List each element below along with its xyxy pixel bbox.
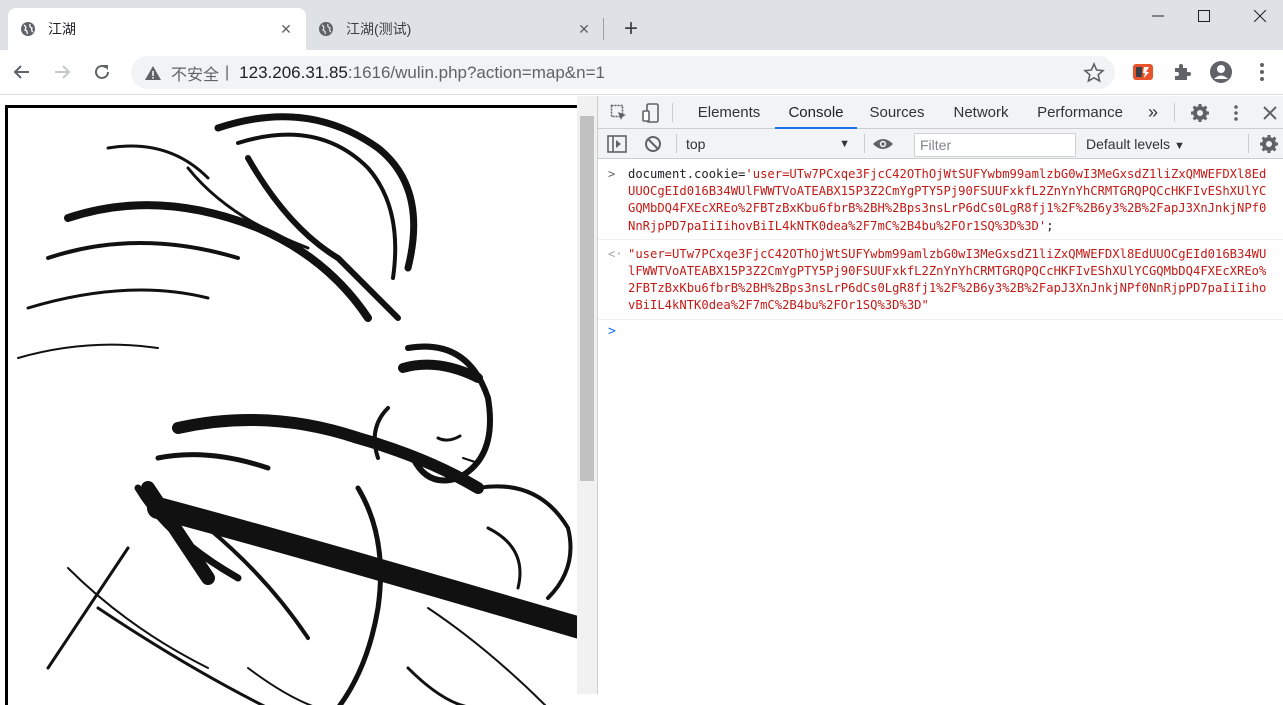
clear-console-button[interactable]	[642, 133, 664, 155]
swordsman-sketch-image	[17, 113, 577, 705]
dropdown-arrow-icon: ▼	[839, 138, 850, 150]
close-icon	[1254, 10, 1266, 22]
arrow-right-icon	[55, 65, 71, 79]
prompt-chevron-icon: >	[608, 323, 616, 339]
address-separator: |	[225, 63, 230, 81]
tab-title: 江湖(测试)	[346, 21, 412, 37]
bookmark-star-icon[interactable]	[1083, 62, 1105, 84]
log-levels-label: Default levels	[1086, 136, 1171, 152]
tab-performance[interactable]: Performance	[1030, 96, 1130, 129]
reload-icon	[95, 64, 109, 79]
avatar-icon	[1210, 61, 1232, 83]
maximize-icon	[1198, 10, 1210, 22]
close-tab-icon[interactable]: ✕	[276, 19, 296, 39]
security-label: 不安全	[171, 66, 220, 84]
eye-icon	[873, 139, 893, 149]
close-devtools-button[interactable]	[1259, 102, 1281, 124]
toolbar-divider	[672, 103, 673, 122]
close-window-button[interactable]	[1237, 0, 1283, 32]
profile-button[interactable]	[1209, 60, 1233, 84]
tab-elements[interactable]: Elements	[686, 96, 772, 129]
console-toolbar: top ▼ Filter Default levels ▼	[598, 129, 1283, 159]
kebab-menu-icon	[1260, 63, 1264, 81]
chevron-right-icon: >	[608, 167, 616, 181]
devtools-tabbar: Elements Console Sources Network Perform…	[598, 96, 1283, 129]
tab-console[interactable]: Console	[775, 96, 857, 129]
log-levels-dropdown[interactable]: Default levels ▼	[1086, 132, 1185, 156]
warning-icon[interactable]	[144, 64, 162, 82]
toolbar-divider	[1248, 134, 1249, 153]
gear-icon	[1260, 135, 1278, 153]
sidebar-toggle-icon	[607, 135, 627, 153]
result-string: "user=UTw7PCxqe3FjcC42OThOjWtSUFYwbm99am…	[628, 246, 1267, 313]
tab-network[interactable]: Network	[942, 96, 1020, 129]
devtools-panel: Elements Console Sources Network Perform…	[597, 96, 1283, 694]
command-suffix: ;	[1046, 218, 1054, 233]
ink-sketch-artwork	[5, 105, 577, 705]
page-viewport	[0, 96, 597, 705]
browser-toolbar: 不安全 | 123.206.31.85:1616/wulin.php?actio…	[0, 50, 1283, 95]
devtools-menu-button[interactable]	[1225, 102, 1247, 124]
more-tabs-button[interactable]: »	[1142, 96, 1164, 129]
tab-inactive[interactable]: 江湖(测试) ✕	[306, 8, 604, 50]
show-sidebar-button[interactable]	[606, 133, 628, 155]
inspect-cursor-icon	[610, 104, 626, 120]
minimize-icon	[1152, 15, 1164, 17]
scrollbar-thumb[interactable]	[580, 116, 594, 481]
address-bar[interactable]: 不安全 | 123.206.31.85:1616/wulin.php?actio…	[131, 56, 1115, 89]
close-tab-icon[interactable]: ✕	[574, 19, 594, 39]
globe-icon	[319, 22, 333, 36]
gear-icon	[1191, 104, 1209, 122]
globe-icon	[21, 22, 35, 36]
extensions-menu-button[interactable]	[1170, 60, 1194, 84]
extension-logo-icon	[1133, 64, 1153, 80]
dropdown-arrow-icon: ▼	[1174, 140, 1185, 152]
minimize-button[interactable]	[1135, 0, 1181, 32]
url-host: 123.206.31.85	[239, 62, 348, 82]
toolbar-divider	[864, 134, 865, 153]
context-selector[interactable]: top ▼	[686, 132, 856, 156]
tab-separator	[603, 18, 604, 40]
page-scrollbar[interactable]	[577, 96, 597, 694]
console-output: > document.cookie='user=UTw7PCxqe3FjcC42…	[598, 160, 1283, 694]
console-filter-input[interactable]: Filter	[914, 133, 1076, 157]
close-icon	[1263, 106, 1277, 120]
block-icon	[645, 136, 661, 152]
back-button[interactable]	[8, 58, 36, 86]
tab-strip: 江湖 ✕ 江湖(测试) ✕ +	[0, 0, 1283, 50]
console-settings-button[interactable]	[1258, 133, 1280, 155]
maximize-button[interactable]	[1181, 0, 1227, 32]
inspect-element-button[interactable]	[608, 102, 630, 124]
extension-button[interactable]	[1131, 60, 1155, 84]
forward-button[interactable]	[48, 58, 76, 86]
context-value: top	[686, 136, 706, 152]
tab-active[interactable]: 江湖 ✕	[8, 8, 306, 50]
puzzle-icon	[1175, 64, 1191, 80]
console-prompt[interactable]: >	[598, 320, 1283, 342]
live-expression-button[interactable]	[872, 133, 894, 155]
device-toolbar-button[interactable]	[640, 102, 662, 124]
device-mode-icon	[642, 103, 659, 123]
browser-menu-button[interactable]	[1250, 60, 1274, 84]
tab-title: 江湖	[48, 21, 76, 37]
tab-sources[interactable]: Sources	[860, 96, 934, 129]
toolbar-divider	[676, 134, 677, 153]
console-command-entry[interactable]: > document.cookie='user=UTw7PCxqe3FjcC42…	[598, 160, 1283, 240]
kebab-menu-icon	[1234, 105, 1238, 121]
console-result-entry[interactable]: <· "user=UTw7PCxqe3FjcC42OThOjWtSUFYwbm9…	[598, 240, 1283, 320]
url-path: :1616/wulin.php?action=map&n=1	[347, 62, 605, 82]
new-tab-button[interactable]: +	[618, 15, 644, 42]
arrow-left-icon	[13, 65, 29, 79]
return-arrow-icon: <·	[608, 246, 623, 261]
toolbar-divider	[1174, 103, 1175, 122]
devtools-settings-button[interactable]	[1189, 102, 1211, 124]
command-prefix: document.cookie=	[628, 167, 746, 181]
reload-button[interactable]	[88, 58, 116, 86]
